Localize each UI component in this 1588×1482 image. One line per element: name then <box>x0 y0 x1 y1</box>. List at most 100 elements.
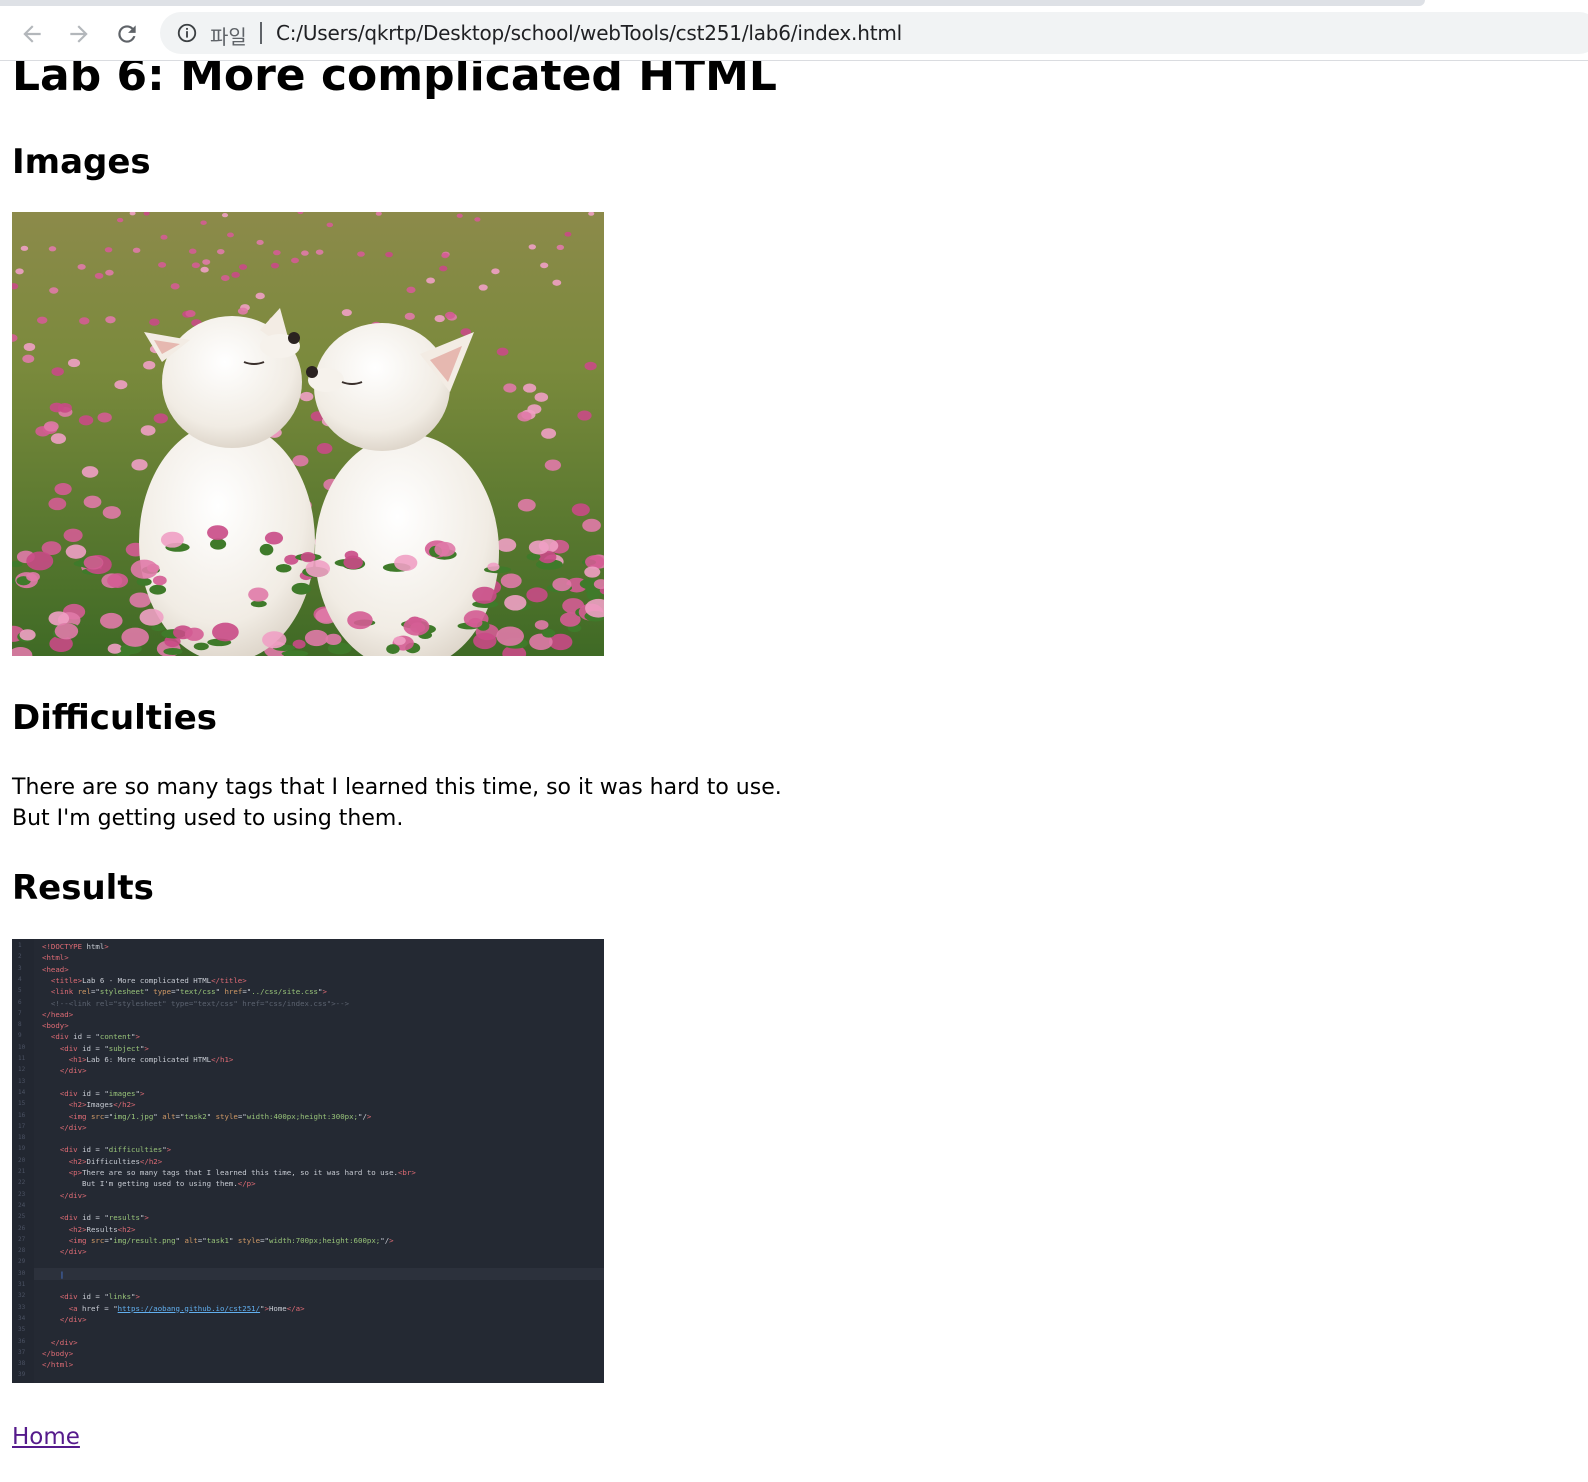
flower <box>100 612 123 629</box>
flower <box>394 554 418 571</box>
code-line-number: 5 <box>18 987 22 995</box>
leaf <box>210 538 227 550</box>
code-line: <div id = "subject"> <box>59 1043 149 1053</box>
code-line: <img src="img/result.png" alt="task1" st… <box>68 1235 394 1245</box>
flower <box>256 239 264 245</box>
flower <box>343 555 363 570</box>
flower <box>19 629 36 641</box>
difficulties-line-1: There are so many tags that I learned th… <box>12 775 782 800</box>
flower <box>188 248 197 254</box>
back-button[interactable] <box>18 20 46 48</box>
flower <box>301 250 309 256</box>
leaf <box>151 624 166 632</box>
code-line-number: 11 <box>18 1055 26 1062</box>
flower <box>107 643 123 654</box>
flower <box>26 571 40 582</box>
flower <box>94 272 104 279</box>
code-line: <head> <box>42 964 69 974</box>
flower <box>304 629 329 647</box>
info-icon[interactable] <box>176 22 198 44</box>
code-line: | <box>42 1269 65 1279</box>
difficulties-line-2: But I'm getting used to using them. <box>12 806 404 831</box>
flower <box>81 466 99 478</box>
difficulties-text: There are so many tags that I learned th… <box>12 772 782 834</box>
reload-button[interactable] <box>113 20 141 48</box>
code-line: </div> <box>59 1122 87 1132</box>
code-line: <link rel="stylesheet" type="text/css" h… <box>50 987 327 997</box>
flower <box>526 587 548 603</box>
code-line-number: 10 <box>18 1043 26 1051</box>
url-text[interactable]: C:/Users/qkrtp/Desktop/school/webTools/c… <box>276 21 902 45</box>
code-line-number: 28 <box>18 1247 26 1255</box>
flower <box>51 367 64 376</box>
flower <box>153 413 168 424</box>
flower <box>500 573 522 589</box>
code-line: <title>Lab 6 - More complicated HTML</ti… <box>50 975 247 985</box>
code-line: <div id = "difficulties"> <box>59 1145 172 1155</box>
flower <box>473 632 497 650</box>
flower <box>130 559 159 579</box>
code-line: </div> <box>59 1314 87 1324</box>
forward-button[interactable] <box>65 20 93 48</box>
flower <box>220 274 230 282</box>
flower <box>185 310 196 318</box>
leaf <box>136 577 152 586</box>
home-link[interactable]: Home <box>12 1424 80 1450</box>
leaf <box>586 589 599 601</box>
flower <box>584 361 597 371</box>
flower <box>237 307 248 315</box>
code-line: <div id = "links"> <box>59 1292 140 1302</box>
flower <box>478 284 488 291</box>
code-line-number: 31 <box>18 1281 26 1288</box>
flower <box>534 392 549 402</box>
flower <box>357 251 365 257</box>
flower <box>474 217 481 222</box>
flower <box>67 358 81 368</box>
flower <box>248 587 269 602</box>
flower <box>300 551 316 563</box>
flower <box>79 317 90 325</box>
leaf <box>149 584 167 595</box>
flower <box>491 268 500 275</box>
flower <box>517 411 532 422</box>
code-line: <img src="img/1.jpg" alt="task2" style="… <box>68 1111 372 1121</box>
flower <box>517 498 536 512</box>
leaf <box>275 563 292 573</box>
code-line: </body> <box>42 1348 74 1358</box>
code-line: </div> <box>59 1247 87 1257</box>
flower <box>65 544 87 559</box>
flower <box>582 518 601 532</box>
code-line-number: 36 <box>18 1337 26 1345</box>
code-line-number: 34 <box>18 1314 26 1322</box>
code-line-number: 33 <box>18 1303 26 1311</box>
flower <box>83 555 104 570</box>
flower <box>556 244 565 250</box>
flower <box>152 575 167 586</box>
code-line: <h2>Difficulties</h2> <box>68 1156 163 1166</box>
address-bar[interactable]: 파일 C:/Users/qkrtp/Desktop/school/webTool… <box>160 12 1588 54</box>
flower <box>121 627 149 647</box>
code-line-number: 14 <box>18 1088 26 1096</box>
flower <box>23 342 36 352</box>
code-line: <body> <box>42 1021 69 1031</box>
flower <box>231 271 240 278</box>
flower <box>571 503 590 517</box>
flower <box>105 269 114 276</box>
flower <box>264 531 284 545</box>
flower <box>78 415 94 426</box>
current-line-highlight <box>34 1267 604 1280</box>
flower <box>299 391 314 402</box>
code-line-number: 7 <box>18 1009 22 1017</box>
code-line-number: 20 <box>18 1156 26 1164</box>
flower <box>49 287 59 294</box>
results-heading: Results <box>12 868 154 908</box>
flower <box>63 528 83 542</box>
forward-arrow-icon <box>70 25 88 43</box>
code-line: <html> <box>42 953 69 963</box>
code-line-number: 29 <box>18 1258 26 1266</box>
back-arrow-icon <box>23 25 41 43</box>
code-line: <p>There are so many tags that I learned… <box>68 1168 416 1177</box>
code-line-number: 19 <box>18 1145 26 1153</box>
browser-toolbar: 파일 C:/Users/qkrtp/Desktop/school/webTool… <box>0 6 1588 61</box>
flower <box>523 383 537 393</box>
